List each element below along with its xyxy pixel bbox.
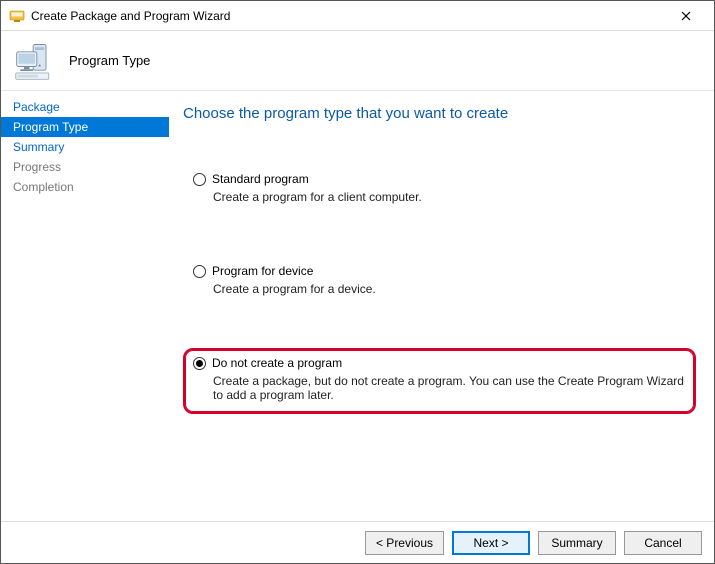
sidebar: Package Program Type Summary Progress Co… <box>1 91 169 521</box>
sidebar-item-package[interactable]: Package <box>1 97 169 117</box>
main-panel: Choose the program type that you want to… <box>169 91 714 521</box>
sidebar-item-progress: Progress <box>1 157 169 177</box>
close-button[interactable] <box>666 2 706 30</box>
sidebar-item-program-type[interactable]: Program Type <box>1 117 169 137</box>
option-description: Create a program for a device. <box>213 282 686 296</box>
summary-button[interactable]: Summary <box>538 531 616 555</box>
previous-button[interactable]: < Previous <box>365 531 444 555</box>
wizard-footer: < Previous Next > Summary Cancel <box>1 521 714 563</box>
close-icon <box>681 11 691 21</box>
option-description: Create a program for a client computer. <box>213 190 686 204</box>
page-title: Program Type <box>69 53 150 68</box>
app-icon <box>9 8 25 24</box>
radio-do-not-create[interactable] <box>193 357 206 370</box>
radio-standard-program[interactable] <box>193 173 206 186</box>
cancel-button[interactable]: Cancel <box>624 531 702 555</box>
option-program-for-device: Program for device Create a program for … <box>183 256 696 308</box>
option-description: Create a package, but do not create a pr… <box>213 374 686 402</box>
sidebar-item-completion: Completion <box>1 177 169 197</box>
titlebar: Create Package and Program Wizard <box>1 1 714 31</box>
wizard-body: Package Program Type Summary Progress Co… <box>1 91 714 521</box>
window-title: Create Package and Program Wizard <box>31 9 666 23</box>
wizard-icon <box>13 39 57 83</box>
next-button[interactable]: Next > <box>452 531 530 555</box>
option-do-not-create: Do not create a program Create a package… <box>183 348 696 414</box>
sidebar-item-summary[interactable]: Summary <box>1 137 169 157</box>
option-label: Do not create a program <box>212 356 342 370</box>
option-standard-program: Standard program Create a program for a … <box>183 164 696 216</box>
option-label: Standard program <box>212 172 309 186</box>
wizard-header: Program Type <box>1 31 714 91</box>
option-label: Program for device <box>212 264 313 278</box>
radio-program-for-device[interactable] <box>193 265 206 278</box>
main-heading: Choose the program type that you want to… <box>183 105 696 122</box>
